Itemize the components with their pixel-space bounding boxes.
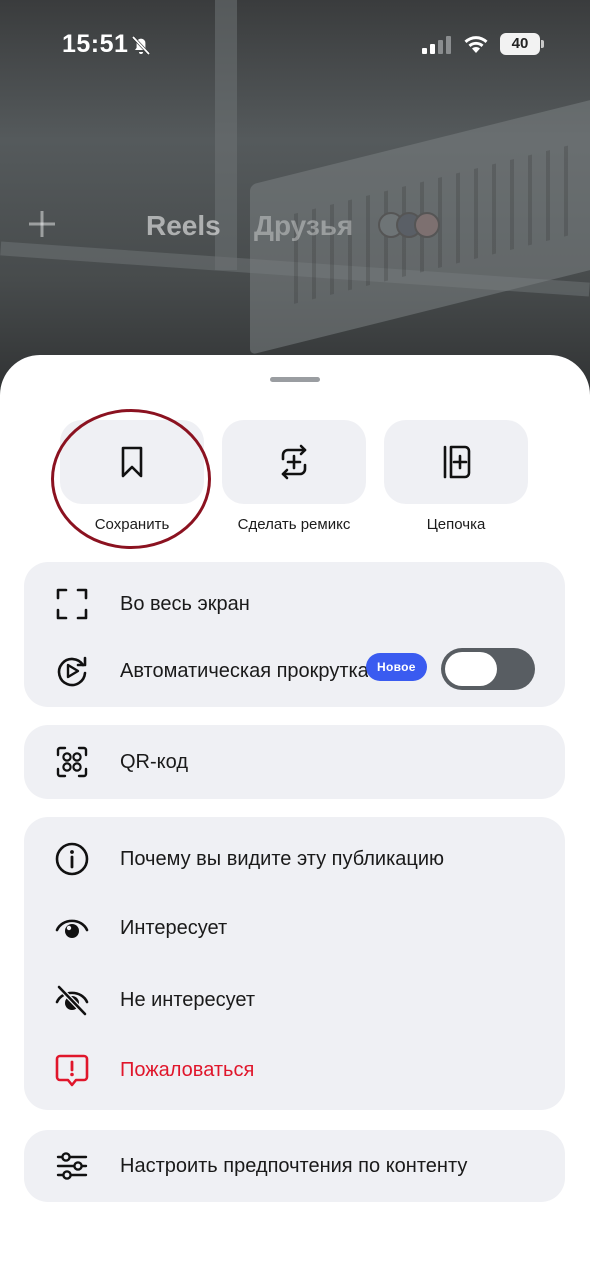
remix-label: Сделать ремикс	[237, 516, 351, 533]
info-icon	[52, 839, 92, 879]
why-seeing-label: Почему вы видите эту публикацию	[120, 847, 445, 870]
cellular-signal-icon	[422, 36, 451, 54]
report-label: Пожаловаться	[120, 1058, 255, 1081]
new-badge: Новое	[366, 653, 427, 681]
display-options-card: Во весь экран Автоматическая прокрутка Н…	[24, 562, 565, 707]
qr-code-icon	[52, 742, 92, 782]
avatar	[414, 212, 440, 238]
fullscreen-icon	[52, 584, 92, 624]
fullscreen-label: Во весь экран	[120, 592, 250, 615]
battery-indicator: 40	[500, 33, 540, 55]
content-preferences-label: Настроить предпочтения по контенту	[120, 1154, 468, 1177]
annotation-circle	[51, 409, 211, 549]
not-interested-label: Не интересует	[120, 988, 256, 1011]
toggle-knob	[445, 652, 497, 686]
qr-code-item[interactable]: QR-код	[24, 737, 565, 787]
tab-reels[interactable]: Reels	[146, 210, 221, 242]
eye-off-icon	[52, 980, 92, 1020]
interested-label: Интересует	[120, 916, 228, 939]
battery-tip	[541, 40, 544, 48]
sliders-icon	[52, 1146, 92, 1186]
autoscroll-toggle[interactable]	[441, 648, 535, 690]
report-item[interactable]: Пожаловаться	[24, 1045, 565, 1095]
tab-friends[interactable]: Друзья	[254, 210, 353, 242]
fullscreen-item[interactable]: Во весь экран	[24, 579, 565, 629]
report-icon	[52, 1050, 92, 1090]
qr-card: QR-код	[24, 725, 565, 799]
why-seeing-item[interactable]: Почему вы видите эту публикацию	[24, 834, 565, 884]
remix-tile[interactable]	[222, 420, 366, 504]
eye-icon	[52, 908, 92, 948]
status-bar: 15:51 40	[0, 0, 590, 90]
sequence-tile[interactable]	[384, 420, 528, 504]
status-time: 15:51	[62, 30, 129, 58]
qr-code-label: QR-код	[120, 750, 188, 773]
not-interested-item[interactable]: Не интересует	[24, 975, 565, 1025]
feedback-card: Почему вы видите эту публикацию Интересу…	[24, 817, 565, 1110]
sequence-label: Цепочка	[426, 516, 486, 533]
sequence-icon	[443, 445, 471, 479]
plus-icon[interactable]	[26, 208, 58, 240]
interested-item[interactable]: Интересует	[24, 903, 565, 953]
preferences-card: Настроить предпочтения по контенту	[24, 1130, 565, 1202]
autoscroll-label: Автоматическая прокрутка	[120, 659, 368, 682]
remix-icon	[281, 444, 307, 480]
remix-button[interactable]: Сделать ремикс	[222, 420, 366, 533]
bell-off-icon	[131, 35, 151, 56]
autoscroll-icon	[52, 651, 92, 691]
reels-top-nav: Reels Друзья	[0, 100, 590, 241]
sequence-button[interactable]: Цепочка	[384, 420, 528, 533]
sheet-grabber[interactable]	[270, 377, 320, 382]
wifi-icon	[464, 36, 488, 53]
content-preferences-item[interactable]: Настроить предпочтения по контенту	[24, 1141, 565, 1191]
friends-avatars	[378, 212, 442, 240]
